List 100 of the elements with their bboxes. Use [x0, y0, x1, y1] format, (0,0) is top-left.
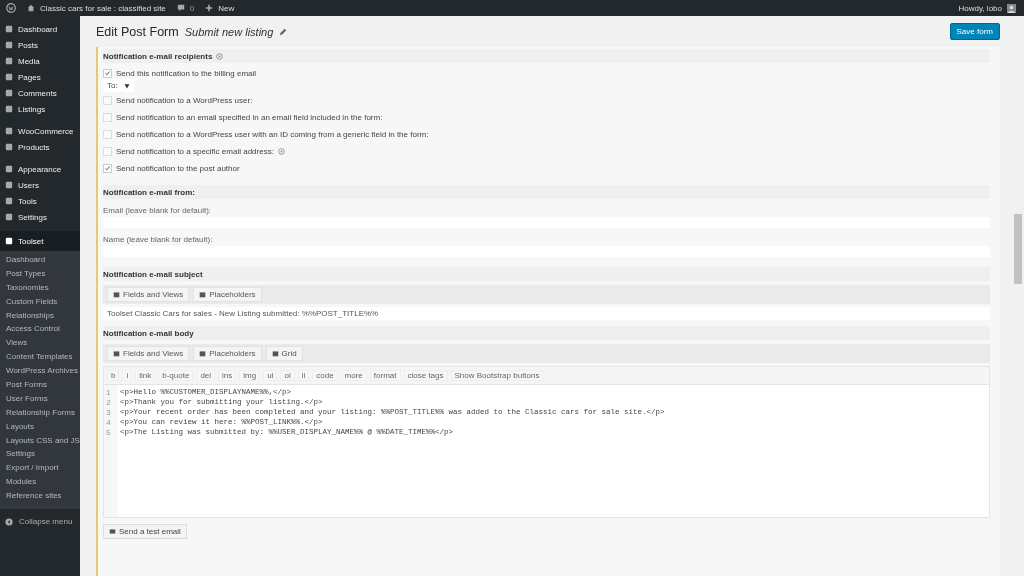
comment-count: 0	[189, 3, 195, 13]
format-button[interactable]: code	[312, 370, 338, 381]
sidebar-item[interactable]: Comments	[0, 85, 80, 101]
checkbox[interactable]	[103, 147, 112, 156]
sidebar-item[interactable]: Products	[0, 139, 80, 155]
submenu-item[interactable]: Post Forms	[0, 378, 80, 392]
envelope-icon	[109, 528, 116, 535]
sidebar-item[interactable]: Tools	[0, 193, 80, 209]
sidebar-item[interactable]: WooCommerce	[0, 123, 80, 139]
calendar-icon	[113, 291, 120, 298]
option-label: Send notification to a WordPress user:	[116, 96, 253, 105]
line-number: 4	[106, 417, 112, 427]
submenu-item[interactable]: Post Types	[0, 266, 80, 281]
send-test-email-button[interactable]: Send a test email	[103, 524, 187, 539]
line-number: 1	[106, 387, 112, 397]
option-label: Send notification to a specific email address:	[116, 147, 274, 156]
toolbar-button[interactable]: Fields and Views	[107, 287, 190, 302]
format-button[interactable]: ol	[280, 370, 295, 381]
format-button[interactable]: img	[239, 370, 261, 381]
submenu-item[interactable]: Reference sites	[0, 489, 80, 504]
option-label: Send this notification to the billing email	[116, 68, 257, 78]
submenu-item[interactable]: Views	[0, 336, 80, 351]
submenu-item[interactable]: Taxonomies	[0, 280, 80, 295]
toolbar-button[interactable]: Placeholders	[193, 346, 262, 361]
format-button[interactable]: i	[122, 370, 133, 381]
option-label: Send notification to a WordPress user with an ID coming from a generic field in the form:	[116, 130, 429, 139]
submenu-item[interactable]: Custom Fields	[0, 294, 80, 309]
checkbox[interactable]	[103, 164, 112, 173]
code-editor[interactable]	[103, 366, 990, 518]
option-label: Send notification to the post author	[116, 164, 240, 173]
submenu-item[interactable]: Layouts CSS and JS	[0, 433, 80, 448]
form-name: Submit new listing	[184, 25, 274, 38]
submenu-item[interactable]: Content Templates	[0, 350, 80, 365]
submenu-item[interactable]: User Forms	[0, 391, 80, 406]
checkbox[interactable]	[103, 113, 112, 122]
new-link[interactable]: New	[218, 3, 235, 13]
section-heading: Notification e-mail body	[103, 326, 990, 340]
submenu-item[interactable]: Export / Import	[0, 461, 80, 476]
scrollbar-thumb[interactable]	[1014, 214, 1022, 284]
submenu-item[interactable]: WordPress Archives	[0, 364, 80, 378]
field-label: Email (leave blank for default):	[103, 204, 213, 217]
format-button[interactable]: ins	[218, 370, 237, 381]
format-button[interactable]: b-quote	[158, 370, 194, 381]
pencil-icon[interactable]	[279, 27, 288, 36]
option-label: Send notification to an email specified in an email field included in the form:	[116, 113, 383, 122]
submenu-item[interactable]: Access Control	[0, 322, 80, 337]
sidebar-item[interactable]: Listings	[0, 101, 80, 117]
help-icon[interactable]	[216, 52, 224, 60]
toolbar-button[interactable]: Grid	[265, 346, 303, 361]
sidebar-item[interactable]: Dashboard	[0, 21, 80, 37]
home-icon[interactable]	[27, 4, 35, 12]
collapse-menu-button[interactable]: Collapse menu	[0, 509, 80, 535]
sidebar-item[interactable]: Toolset	[0, 231, 80, 251]
toolbar-button[interactable]: Fields and Views	[107, 346, 190, 361]
help-icon[interactable]	[277, 148, 285, 155]
submenu-item[interactable]: Dashboard	[0, 253, 80, 267]
checkbox[interactable]	[103, 96, 112, 105]
sidebar-item[interactable]: Pages	[0, 69, 80, 85]
calendar-icon	[271, 350, 279, 357]
section-heading: Notification e-mail from:	[103, 185, 990, 199]
format-button[interactable]: Show Bootstrap buttons	[450, 370, 544, 381]
sidebar-item[interactable]: Posts	[0, 37, 80, 53]
format-button[interactable]: del	[196, 370, 216, 381]
sidebar-item[interactable]: Settings	[0, 209, 80, 225]
format-button[interactable]: close tags	[403, 370, 448, 381]
section-heading: Notification e-mail recipients	[103, 49, 990, 63]
submenu-item[interactable]: Settings	[0, 447, 80, 462]
format-button[interactable]: link	[135, 370, 156, 381]
subject-field[interactable]: Toolset Classic Cars for sales - New Listing submitted: %%POST_TITLE%%	[103, 307, 990, 320]
plus-icon[interactable]	[205, 4, 214, 12]
dropdown-arrow-icon	[123, 82, 130, 89]
line-number: 2	[106, 397, 112, 407]
submenu-item[interactable]: Relationships	[0, 308, 80, 323]
sidebar-item[interactable]: Users	[0, 177, 80, 193]
calendar-icon	[199, 291, 207, 298]
sidebar-item[interactable]: Appearance	[0, 161, 80, 177]
menu-icon	[5, 237, 13, 245]
avatar-icon[interactable]	[1007, 3, 1016, 13]
checkbox[interactable]	[103, 130, 112, 139]
comment-icon[interactable]	[176, 4, 185, 12]
greeting-link[interactable]: Howdy, lobo	[958, 3, 1002, 13]
site-title-link[interactable]: Classic cars for sale : classified site	[40, 3, 166, 13]
page-title: Edit Post Form	[96, 24, 179, 39]
save-form-button[interactable]: Save form	[949, 23, 1000, 40]
submenu-item[interactable]: Layouts	[0, 419, 80, 434]
submenu-item[interactable]: Modules	[0, 475, 80, 490]
submenu-item[interactable]: Relationship Forms	[0, 405, 80, 420]
wordpress-logo-icon[interactable]	[6, 3, 16, 13]
format-button[interactable]: more	[340, 370, 367, 381]
format-button[interactable]: format	[369, 370, 401, 381]
format-button[interactable]: b	[107, 370, 120, 381]
sidebar-item[interactable]: Media	[0, 53, 80, 69]
collapse-icon	[5, 517, 13, 526]
toolbar-button[interactable]: Placeholders	[193, 287, 262, 302]
recipient-type-select[interactable]: To:	[103, 79, 134, 92]
format-button[interactable]: ul	[263, 370, 278, 381]
section-heading: Notification e-mail subject	[103, 267, 990, 281]
format-button[interactable]: li	[297, 370, 310, 381]
checkbox[interactable]	[103, 68, 112, 78]
calendar-icon	[113, 350, 120, 357]
